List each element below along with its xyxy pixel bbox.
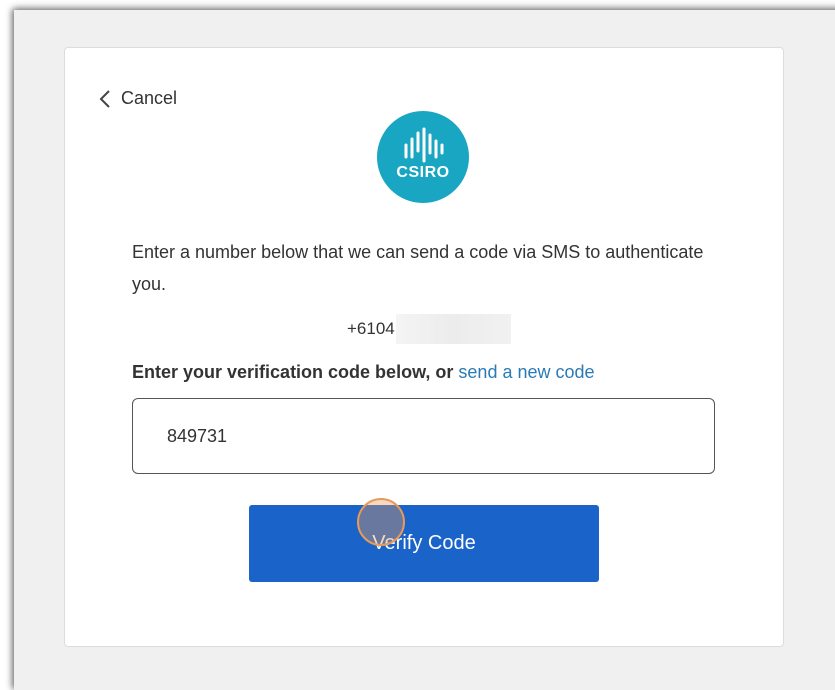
csiro-bars-icon bbox=[404, 127, 444, 163]
chevron-left-icon bbox=[99, 89, 110, 108]
logo-wordmark: CSIRO bbox=[396, 164, 450, 181]
cancel-label: Cancel bbox=[121, 88, 178, 108]
phone-redaction bbox=[395, 314, 511, 344]
phone-number: +6104 bbox=[347, 314, 511, 344]
send-new-code-link[interactable]: send a new code bbox=[458, 362, 594, 382]
mfa-card: Cancel CSIRO Enter a number below that w… bbox=[64, 47, 784, 647]
browser-window: Cancel CSIRO Enter a number below that w… bbox=[14, 10, 835, 690]
verification-label: Enter your verification code below, or s… bbox=[132, 362, 595, 383]
verify-code-button[interactable]: Verify Code bbox=[249, 505, 599, 582]
cancel-button[interactable]: Cancel bbox=[99, 88, 177, 109]
verification-code-input[interactable] bbox=[132, 398, 715, 474]
phone-prefix: +6104 bbox=[347, 319, 395, 338]
csiro-logo: CSIRO bbox=[377, 111, 469, 203]
verification-label-text: Enter your verification code below, or bbox=[132, 362, 454, 382]
sms-instructions: Enter a number below that we can send a … bbox=[132, 242, 704, 294]
